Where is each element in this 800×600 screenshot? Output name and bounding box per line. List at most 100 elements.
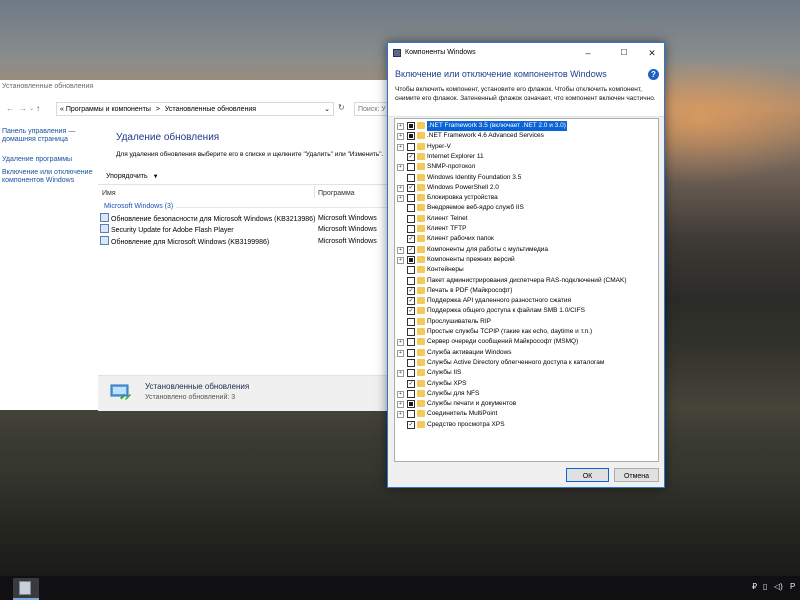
feature-row[interactable]: Простые службы TCPIP (такие как echo, da… <box>395 327 658 337</box>
breadcrumb-programs[interactable]: Программы и компоненты <box>66 106 151 113</box>
column-header-name[interactable]: Имя <box>102 190 116 197</box>
sidebar-link-control-panel-home[interactable]: Панель управления — домашняя страница <box>2 128 97 144</box>
expand-icon[interactable]: + <box>397 390 404 398</box>
expand-icon[interactable]: + <box>397 133 404 141</box>
volume-icon[interactable]: ◁) <box>774 582 783 591</box>
organize-button[interactable]: Упорядочить ▼ <box>106 173 159 180</box>
feature-checkbox[interactable]: ✓ <box>407 420 415 429</box>
forward-arrow-icon[interactable]: → <box>19 104 27 113</box>
battery-icon[interactable]: ▯ <box>763 582 767 591</box>
feature-checkbox[interactable]: ✓ <box>407 379 415 388</box>
table-row[interactable]: Security Update for Adobe Flash Player M… <box>100 224 395 235</box>
expand-icon[interactable]: + <box>397 401 404 409</box>
feature-checkbox[interactable] <box>407 410 415 419</box>
feature-checkbox[interactable] <box>407 276 415 285</box>
feature-row[interactable]: ✓ Средство просмотра XPS <box>395 420 658 430</box>
feature-checkbox[interactable] <box>407 194 415 203</box>
feature-checkbox[interactable] <box>407 122 415 130</box>
minimize-button[interactable]: – <box>576 46 600 60</box>
taskbar-app-button[interactable] <box>13 578 39 600</box>
expand-icon[interactable]: + <box>397 349 404 357</box>
dialog-titlebar[interactable]: Компоненты Windows – ☐ ✕ <box>388 43 664 64</box>
back-arrow-icon[interactable]: ← <box>6 104 14 113</box>
feature-checkbox[interactable] <box>407 328 415 336</box>
column-header-program[interactable]: Программа <box>318 190 355 197</box>
feature-row[interactable]: Прослушиватель RIP <box>395 317 658 327</box>
feature-row[interactable]: Windows Identity Foundation 3.5 <box>395 173 658 183</box>
feature-row[interactable]: ✓ Поддержка общего доступа к файлам SMB 1… <box>395 306 658 316</box>
feature-row[interactable]: + SNMP-протокол <box>395 162 658 172</box>
feature-checkbox[interactable] <box>407 266 415 275</box>
feature-checkbox[interactable]: ✓ <box>407 307 415 316</box>
feature-row[interactable]: + Службы для NFS <box>395 389 658 399</box>
feature-row[interactable]: Клиент TFTP <box>395 224 658 234</box>
ok-button[interactable]: ОК <box>566 468 609 482</box>
feature-checkbox[interactable] <box>407 173 415 182</box>
sidebar-link-windows-features[interactable]: Включение или отключение компонентов Win… <box>2 169 97 185</box>
refresh-icon[interactable]: ↻ <box>338 103 345 112</box>
feature-row[interactable]: + .NET Framework 3.5 (включает .NET 2.0 и… <box>395 121 658 131</box>
feature-row[interactable]: + ✓ Компоненты для работы с мультимедиа <box>395 245 658 255</box>
expand-icon[interactable]: + <box>397 370 404 378</box>
feature-checkbox[interactable] <box>407 369 415 378</box>
help-icon[interactable]: ? <box>648 69 659 80</box>
feature-row[interactable]: ✓ Поддержка API удаленного разностного сж… <box>395 296 658 306</box>
expand-icon[interactable]: + <box>397 256 404 264</box>
network-icon[interactable]: ₽ <box>752 582 757 591</box>
feature-row[interactable]: Пакет администрирования диспетчера RAS-п… <box>395 276 658 286</box>
feature-row[interactable]: + Службы IIS <box>395 368 658 378</box>
feature-row[interactable]: Службы Active Directory облегченного дос… <box>395 358 658 368</box>
expand-icon[interactable]: + <box>397 123 404 130</box>
feature-row[interactable]: + Сервер очереди сообщений Майкрософт (MS… <box>395 337 658 347</box>
address-input[interactable]: « Программы и компоненты > Установленные… <box>56 102 334 116</box>
features-tree[interactable]: + .NET Framework 3.5 (включает .NET 2.0 и… <box>394 118 659 462</box>
feature-checkbox[interactable]: ✓ <box>407 183 415 192</box>
feature-row[interactable]: Контейнеры <box>395 265 658 275</box>
feature-row[interactable]: + Службы печати и документов <box>395 399 658 409</box>
feature-row[interactable]: ✓ Печать в PDF (Майкрософт) <box>395 286 658 296</box>
table-row[interactable]: Обновление безопасности для Microsoft Wi… <box>100 213 395 224</box>
column-divider[interactable] <box>314 186 315 198</box>
feature-row[interactable]: + ✓ Windows PowerShell 2.0 <box>395 183 658 193</box>
feature-checkbox[interactable]: ✓ <box>407 245 415 254</box>
expand-icon[interactable]: + <box>397 339 404 347</box>
feature-row[interactable]: + Блокировка устройства <box>395 193 658 203</box>
cancel-button[interactable]: Отмена <box>614 468 659 482</box>
up-arrow-icon[interactable]: ↑ <box>36 104 40 113</box>
recent-dropdown-icon[interactable]: ⌄ <box>29 105 34 112</box>
feature-checkbox[interactable] <box>407 338 415 347</box>
table-row[interactable]: Обновление для Microsoft Windows (KB3199… <box>100 236 395 247</box>
feature-checkbox[interactable] <box>407 317 415 326</box>
feature-row[interactable]: + Компоненты прежних версий <box>395 255 658 265</box>
close-button[interactable]: ✕ <box>640 46 664 60</box>
feature-row[interactable]: ✓ Internet Explorer 11 <box>395 152 658 162</box>
feature-checkbox[interactable]: ✓ <box>407 286 415 295</box>
feature-checkbox[interactable] <box>407 163 415 172</box>
expand-icon[interactable]: + <box>397 164 404 172</box>
breadcrumb-installed-updates[interactable]: Установленные обновления <box>165 106 256 113</box>
expand-icon[interactable]: + <box>397 184 404 192</box>
maximize-button[interactable]: ☐ <box>612 46 636 60</box>
feature-row[interactable]: + Соединитель MultiPoint <box>395 409 658 419</box>
feature-checkbox[interactable] <box>407 204 415 213</box>
feature-row[interactable]: Клиент Telnet <box>395 214 658 224</box>
expand-icon[interactable]: + <box>397 246 404 254</box>
feature-row[interactable]: ✓ Службы XPS <box>395 379 658 389</box>
feature-row[interactable]: + Служба активации Windows <box>395 348 658 358</box>
feature-checkbox[interactable] <box>407 255 415 264</box>
sidebar-link-uninstall-program[interactable]: Удаление программы <box>2 156 97 164</box>
expand-icon[interactable]: + <box>397 411 404 419</box>
group-header[interactable]: Microsoft Windows (3) <box>104 203 173 210</box>
feature-checkbox[interactable]: ✓ <box>407 152 415 161</box>
feature-row[interactable]: Внедряемое веб-ядро служб IIS <box>395 203 658 213</box>
language-indicator[interactable]: Р <box>790 582 795 591</box>
feature-row[interactable]: + Hyper-V <box>395 142 658 152</box>
expand-icon[interactable]: + <box>397 143 404 151</box>
feature-checkbox[interactable] <box>407 132 415 141</box>
chevron-down-icon[interactable]: ⌄ <box>324 103 330 117</box>
feature-checkbox[interactable] <box>407 400 415 409</box>
feature-row[interactable]: + .NET Framework 4.6 Advanced Services <box>395 131 658 141</box>
feature-checkbox[interactable] <box>407 142 415 151</box>
feature-checkbox[interactable] <box>407 225 415 233</box>
feature-row[interactable]: ✓ Клиент рабочих папок <box>395 234 658 244</box>
